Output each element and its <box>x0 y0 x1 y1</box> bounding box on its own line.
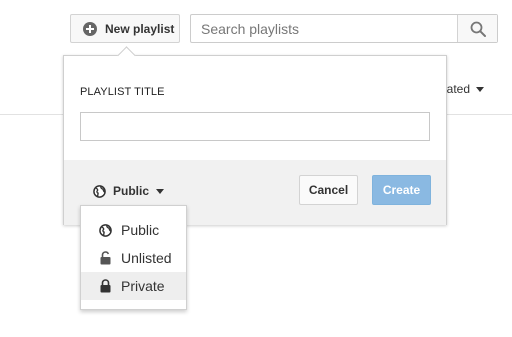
search-input[interactable] <box>191 15 457 42</box>
globe-icon <box>93 184 106 198</box>
cancel-button[interactable]: Cancel <box>299 175 358 205</box>
playlist-title-input[interactable] <box>80 112 430 141</box>
playlist-title-label: PLAYLIST TITLE <box>80 86 165 98</box>
globe-icon <box>99 223 112 237</box>
privacy-menu: Public Unlisted Private <box>80 205 187 310</box>
menu-item-label: Private <box>121 278 165 294</box>
search-box <box>190 14 498 43</box>
menu-item-public[interactable]: Public <box>81 216 186 244</box>
privacy-dropdown-button[interactable]: Public <box>93 184 165 198</box>
search-icon <box>470 21 486 37</box>
search-button[interactable] <box>457 15 497 42</box>
create-button[interactable]: Create <box>372 175 431 205</box>
new-playlist-label: New playlist <box>105 21 175 36</box>
caret-down-icon <box>156 188 165 194</box>
privacy-selected-label: Public <box>113 184 150 198</box>
menu-item-private[interactable]: Private <box>81 272 186 300</box>
new-playlist-button[interactable]: New playlist <box>70 14 180 43</box>
menu-item-label: Public <box>121 222 160 238</box>
lock-icon <box>100 279 111 293</box>
plus-circle-icon <box>83 21 97 36</box>
unlocked-icon <box>100 251 111 265</box>
menu-item-unlisted[interactable]: Unlisted <box>81 244 186 272</box>
caret-down-icon <box>476 86 485 92</box>
menu-item-label: Unlisted <box>121 250 172 266</box>
new-playlist-dialog: PLAYLIST TITLE Public Cancel Create <box>63 55 447 225</box>
